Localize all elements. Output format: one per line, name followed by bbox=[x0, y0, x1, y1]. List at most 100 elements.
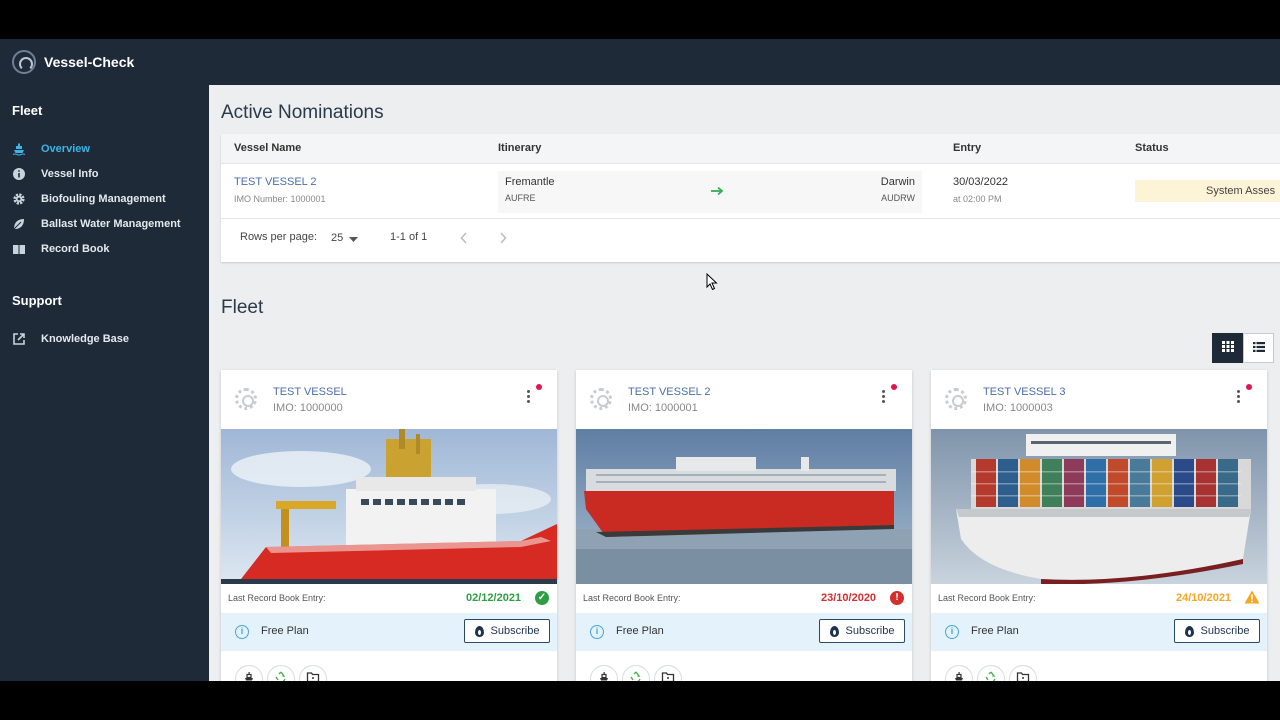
vessel-name-link[interactable]: TEST VESSEL 2 bbox=[234, 176, 317, 188]
grid-view-icon bbox=[1221, 339, 1234, 357]
flame-icon bbox=[1184, 625, 1194, 637]
table-header bbox=[221, 134, 1280, 164]
caret-down-icon bbox=[349, 229, 359, 247]
record-book-date: 24/10/2021 bbox=[1176, 592, 1232, 604]
folder-action-button[interactable] bbox=[1009, 665, 1037, 681]
plan-name: Free Plan bbox=[971, 625, 1019, 637]
subscribe-label: Subscribe bbox=[490, 625, 540, 637]
vessel-imo: IMO: 1000003 bbox=[983, 402, 1053, 414]
prev-page-icon[interactable] bbox=[460, 231, 468, 249]
sidebar-item-label: Record Book bbox=[41, 243, 110, 255]
external-link-icon bbox=[12, 332, 26, 346]
vessel-imo: IMO: 1000001 bbox=[628, 402, 698, 414]
vessel-card[interactable]: TEST VESSEL IMO: 1000000 Last Record Boo… bbox=[221, 370, 557, 681]
folder-action-button[interactable] bbox=[299, 665, 327, 681]
status-badge: System Asses bbox=[1135, 180, 1280, 202]
recycle-action-button[interactable] bbox=[977, 665, 1005, 681]
sidebar-item-overview[interactable]: Overview bbox=[12, 139, 90, 159]
column-header[interactable]: Status bbox=[1135, 134, 1169, 164]
vessel-card[interactable]: TEST VESSEL 2 IMO: 1000001 Last Record B… bbox=[576, 370, 912, 681]
grid-view-button[interactable] bbox=[1212, 333, 1243, 363]
app-title[interactable]: Vessel-Check bbox=[44, 54, 134, 70]
plan-name: Free Plan bbox=[261, 625, 309, 637]
warning-icon bbox=[1244, 590, 1260, 609]
sidebar-item-vessel-info[interactable]: Vessel Info bbox=[12, 164, 98, 184]
next-page-icon[interactable] bbox=[499, 231, 507, 249]
ship-wheel-icon bbox=[235, 388, 257, 410]
plan-name: Free Plan bbox=[616, 625, 664, 637]
plan-bar: i Free Plan Subscribe bbox=[931, 613, 1267, 651]
nominations-table: Vessel Name Itinerary Entry Status TEST … bbox=[221, 134, 1280, 262]
vessel-photo bbox=[576, 429, 912, 584]
sidebar-item-ballast-water-management[interactable]: Ballast Water Management bbox=[12, 214, 181, 234]
subscribe-label: Subscribe bbox=[845, 625, 895, 637]
sidebar-item-label: Ballast Water Management bbox=[41, 218, 181, 230]
subscribe-button[interactable]: Subscribe bbox=[464, 619, 550, 643]
plan-bar: i Free Plan Subscribe bbox=[576, 613, 912, 651]
arrow-right-icon bbox=[710, 183, 724, 201]
notification-dot bbox=[1246, 384, 1252, 390]
ship-icon bbox=[597, 670, 611, 681]
divider bbox=[221, 218, 1280, 219]
sidebar-item-label: Knowledge Base bbox=[41, 333, 130, 345]
subscribe-label: Subscribe bbox=[1200, 625, 1250, 637]
to-port: Darwin bbox=[880, 176, 915, 188]
ship-icon bbox=[952, 670, 966, 681]
ship-action-button[interactable] bbox=[235, 665, 263, 681]
ship-action-button[interactable] bbox=[590, 665, 618, 681]
subscribe-button[interactable]: Subscribe bbox=[819, 619, 905, 643]
from-port: Fremantle bbox=[505, 176, 555, 188]
sidebar-item-label: Overview bbox=[41, 143, 90, 155]
folder-icon bbox=[661, 670, 675, 681]
vessel-card[interactable]: TEST VESSEL 3 IMO: 1000003 Last Record B… bbox=[931, 370, 1267, 681]
record-book-date: 23/10/2020 bbox=[821, 592, 877, 604]
vessel-photo bbox=[931, 429, 1267, 584]
sidebar-item-knowledge-base[interactable]: Knowledge Base bbox=[12, 329, 129, 349]
app-window: Vessel-Check Fleet Overview Vessel Info … bbox=[0, 39, 1280, 681]
sidebar-item-biofouling-management[interactable]: Biofouling Management bbox=[12, 189, 166, 209]
more-options-icon[interactable] bbox=[527, 390, 531, 405]
folder-action-button[interactable] bbox=[654, 665, 682, 681]
subscribe-button[interactable]: Subscribe bbox=[1174, 619, 1260, 643]
ship-wheel-icon bbox=[590, 388, 612, 410]
itinerary: Fremantle AUFRE Darwin AUDRW bbox=[498, 171, 922, 213]
folder-icon bbox=[306, 670, 320, 681]
recycle-action-button[interactable] bbox=[622, 665, 650, 681]
recycle-icon bbox=[274, 670, 288, 681]
ship-icon bbox=[12, 142, 26, 156]
notification-dot bbox=[536, 384, 542, 390]
entry-date: 30/03/2022 bbox=[953, 176, 1009, 188]
flame-icon bbox=[829, 625, 839, 637]
column-header[interactable]: Itinerary bbox=[498, 134, 541, 164]
sidebar-item-record-book[interactable]: Record Book bbox=[12, 239, 109, 259]
ship-action-button[interactable] bbox=[945, 665, 973, 681]
nominations-title: Active Nominations bbox=[221, 102, 384, 123]
vessel-name-link[interactable]: TEST VESSEL 2 bbox=[628, 386, 711, 398]
leaf-icon bbox=[12, 217, 26, 231]
from-port-code: AUFRE bbox=[505, 193, 536, 203]
vessel-photo bbox=[221, 429, 557, 584]
pagination-range: 1-1 of 1 bbox=[390, 231, 428, 243]
recycle-action-button[interactable] bbox=[267, 665, 295, 681]
rows-per-page-select[interactable]: 25 bbox=[331, 229, 359, 247]
to-port-code: AUDRW bbox=[881, 193, 915, 203]
imo-number: IMO Number: 1000001 bbox=[234, 194, 326, 204]
sidebar: Fleet Overview Vessel Info Biofouling Ma… bbox=[0, 85, 209, 681]
book-icon bbox=[12, 242, 26, 256]
folder-icon bbox=[1016, 670, 1030, 681]
sidebar-item-label: Vessel Info bbox=[41, 168, 99, 180]
vessel-name-link[interactable]: TEST VESSEL bbox=[273, 386, 347, 398]
vessel-name-link[interactable]: TEST VESSEL 3 bbox=[983, 386, 1066, 398]
column-header[interactable]: Vessel Name bbox=[234, 134, 301, 164]
info-icon: i bbox=[945, 625, 959, 639]
more-options-icon[interactable] bbox=[1237, 390, 1241, 405]
column-header[interactable]: Entry bbox=[953, 134, 981, 164]
info-icon: i bbox=[590, 625, 604, 639]
top-bar: Vessel-Check bbox=[0, 39, 1280, 85]
record-book-label: Last Record Book Entry: bbox=[583, 593, 681, 603]
list-view-button[interactable] bbox=[1243, 333, 1274, 363]
alert-circle-icon: ! bbox=[890, 591, 904, 605]
more-options-icon[interactable] bbox=[882, 390, 886, 405]
notification-dot bbox=[891, 384, 897, 390]
ship-wheel-icon bbox=[945, 388, 967, 410]
